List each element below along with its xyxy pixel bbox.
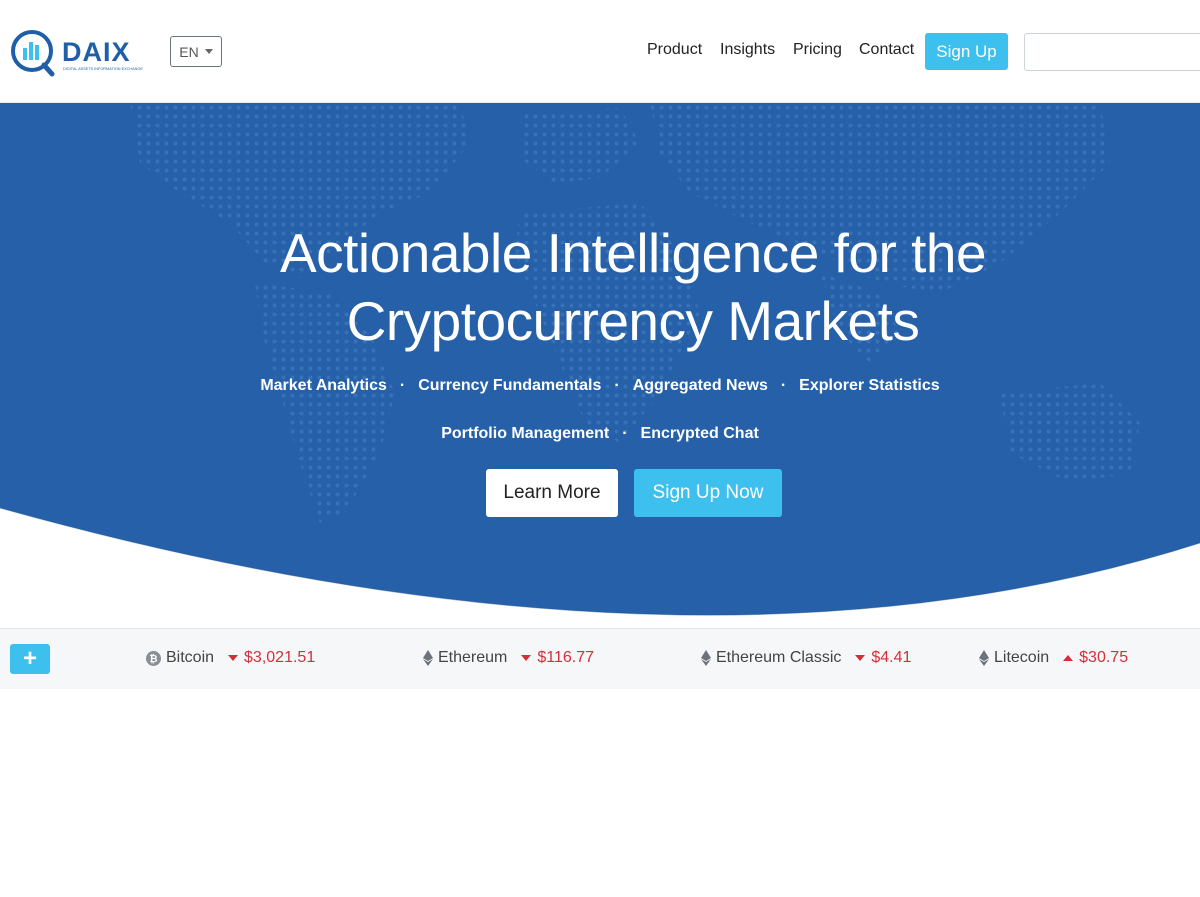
language-label: EN	[179, 43, 199, 60]
separator-dot: ·	[614, 377, 620, 394]
coin-name: Ethereum Classic	[716, 649, 842, 666]
ticker-item-ethereum[interactable]: Ethereum $116.77	[423, 649, 594, 667]
price-down-icon	[855, 655, 866, 661]
coin-name: Bitcoin	[166, 649, 215, 666]
feature-portfolio-management: Portfolio Management	[441, 425, 610, 442]
nav-product[interactable]: Product	[647, 41, 702, 59]
feature-currency-fundamentals: Currency Fundamentals	[418, 377, 602, 394]
language-dropdown[interactable]: EN	[170, 36, 222, 67]
ticker-item-ethereum-classic[interactable]: Ethereum Classic $4.41	[701, 649, 911, 667]
features-row-2: Portfolio Management · Encrypted Chat	[0, 425, 1200, 443]
ethereum-icon	[423, 650, 433, 666]
coin-name: Litecoin	[994, 649, 1050, 666]
price-down-icon	[228, 655, 239, 661]
ticker-item-litecoin[interactable]: Litecoin $30.75	[979, 649, 1128, 667]
feature-explorer-statistics: Explorer Statistics	[799, 377, 940, 394]
feature-market-analytics: Market Analytics	[260, 377, 387, 394]
price-up-icon	[1063, 655, 1074, 661]
nav-contact[interactable]: Contact	[859, 41, 914, 59]
svg-text:DIGITAL ASSETS INFORMATION EXC: DIGITAL ASSETS INFORMATION EXCHANGE	[63, 67, 143, 71]
svg-text:₿: ₿	[149, 653, 157, 665]
litecoin-icon	[979, 650, 989, 666]
search-input[interactable]	[1024, 33, 1200, 71]
coin-price: $4.41	[871, 649, 912, 666]
separator-dot: ·	[622, 425, 628, 442]
bitcoin-icon: ₿	[146, 650, 161, 666]
separator-dot: ·	[399, 377, 406, 394]
ticker-item-bitcoin[interactable]: ₿ Bitcoin $3,021.51	[146, 649, 315, 667]
features-row-1: Market Analytics · Currency Fundamentals · A…	[0, 377, 1200, 395]
daix-logo[interactable]: DAIX DIGITAL ASSETS INFORMATION EXCHANGE	[10, 28, 156, 78]
nav-insights[interactable]: Insights	[720, 41, 775, 59]
separator-dot: ·	[780, 377, 787, 394]
sign-up-now-button[interactable]: Sign Up Now	[634, 469, 782, 517]
feature-encrypted-chat: Encrypted Chat	[640, 425, 759, 442]
coin-price: $116.77	[537, 649, 595, 666]
svg-text:DAIX: DAIX	[62, 37, 131, 67]
add-coin-button[interactable]: +	[10, 644, 50, 674]
coin-price: $30.75	[1079, 649, 1129, 666]
hero-section: Actionable Intelligence for the Cryptocu…	[0, 103, 1200, 628]
nav-pricing[interactable]: Pricing	[793, 41, 842, 59]
feature-aggregated-news: Aggregated News	[632, 377, 768, 394]
price-ticker: + ₿ Bitcoin $3,021.51 Ethereum $116.77 E…	[0, 628, 1200, 689]
ethereum-icon	[701, 650, 711, 666]
hero-title: Actionable Intelligence for the Cryptocu…	[279, 222, 987, 352]
coin-price: $3,021.51	[244, 649, 316, 666]
sign-up-button[interactable]: Sign Up	[925, 33, 1008, 70]
price-down-icon	[521, 655, 532, 661]
site-header: DAIX DIGITAL ASSETS INFORMATION EXCHANGE…	[0, 0, 1200, 103]
learn-more-button[interactable]: Learn More	[486, 469, 618, 517]
coin-name: Ethereum	[438, 649, 508, 666]
hero-background	[0, 103, 1200, 616]
chevron-down-icon	[204, 49, 213, 54]
